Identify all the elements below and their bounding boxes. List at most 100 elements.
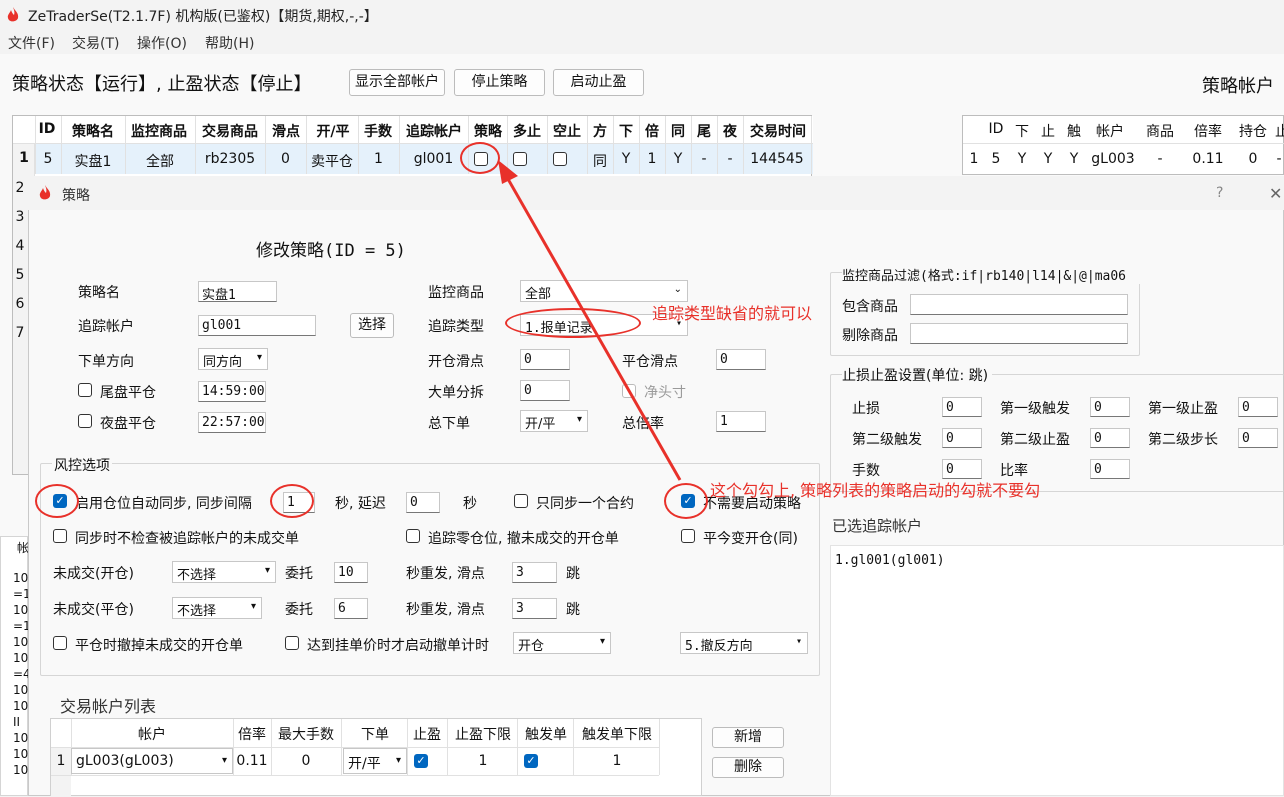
col-mult[interactable]: 倍 (642, 121, 662, 141)
timer-on-price-checkbox[interactable] (285, 636, 299, 650)
t1-input[interactable]: 0 (1090, 397, 1130, 417)
trading-accounts-title: 交易帐户列表 (60, 697, 157, 716)
account-select[interactable]: gL003(gL003) ▾ (71, 748, 233, 774)
step2-input[interactable]: 0 (1238, 428, 1278, 448)
entrust-open-input[interactable]: 10 (334, 562, 368, 583)
tcol-trigger-min[interactable]: 触发单下限 (575, 724, 659, 744)
tcol-tp[interactable]: 止盈 (407, 724, 447, 744)
acol-tp[interactable]: 止盈 (1275, 121, 1284, 141)
col-id[interactable]: ID (35, 121, 59, 137)
today-open-checkbox[interactable] (681, 529, 695, 543)
acol-stop[interactable]: 止 (1037, 121, 1059, 141)
col-lots[interactable]: 手数 (358, 121, 398, 141)
p2-input[interactable]: 0 (1090, 428, 1130, 448)
log-line: 10 (13, 683, 29, 697)
col-night[interactable]: 夜 (720, 121, 740, 141)
night-close-time[interactable]: 22:57:00 (198, 412, 266, 433)
trigger-checkbox[interactable]: ✓ (524, 754, 538, 768)
col-down[interactable]: 下 (616, 121, 636, 141)
app-flame-icon (7, 7, 19, 22)
zero-track-checkbox[interactable] (406, 529, 420, 543)
menu-file[interactable]: 文件(F) (8, 33, 55, 53)
no-check-unfilled-checkbox[interactable] (53, 529, 67, 543)
acol-account[interactable]: 帐户 (1088, 121, 1132, 141)
lots-input[interactable]: 0 (942, 459, 982, 479)
col-trade-time[interactable]: 交易时间 (746, 121, 810, 141)
tcol-trigger[interactable]: 触发单 (519, 724, 573, 744)
selected-accounts-list[interactable]: 1.gl001(gl001) (830, 545, 1284, 796)
cancel-on-close-checkbox[interactable] (53, 636, 67, 650)
add-account-button[interactable]: 新增 (712, 727, 784, 748)
acol-pos[interactable]: 持仓 (1233, 121, 1273, 141)
open-slip-label: 开仓滑点 (428, 354, 484, 370)
tcol-order[interactable]: 下单 (343, 724, 407, 744)
close-icon[interactable]: ✕ (1269, 184, 1282, 203)
timer-on-price-label: 达到挂单价时才启动撤单计时 (307, 638, 489, 654)
reverse-select[interactable]: 5.撤反方向 ▾ (680, 632, 808, 654)
col-tail[interactable]: 尾 (694, 121, 714, 141)
close-slip-input[interactable]: 0 (716, 349, 766, 370)
col-long-stop[interactable]: 多止 (509, 121, 545, 141)
col-same[interactable]: 同 (668, 121, 688, 141)
col-monitor[interactable]: 监控商品 (127, 121, 191, 141)
help-icon[interactable]: ? (1216, 185, 1223, 201)
acol-id[interactable]: ID (985, 121, 1007, 137)
col-name[interactable]: 策略名 (63, 121, 123, 141)
order-type-select[interactable]: 开/平 ▾ (343, 748, 407, 774)
unfilled-close-label: 未成交(平仓) (53, 602, 134, 618)
t2-input[interactable]: 0 (942, 428, 982, 448)
acol-product[interactable]: 商品 (1138, 121, 1182, 141)
resend-slip-open-input[interactable]: 3 (512, 562, 557, 583)
timer-type-select[interactable]: 开仓 ▾ (513, 632, 611, 654)
tail-close-time[interactable]: 14:59:00 (198, 381, 266, 402)
select-account-button[interactable]: 选择 (350, 313, 394, 338)
col-trade[interactable]: 交易商品 (198, 121, 262, 141)
risk-group-title: 风控选项 (52, 455, 112, 475)
stop-strategy-button[interactable]: 停止策略 (454, 69, 545, 96)
col-dir[interactable]: 方 (590, 121, 610, 141)
total-ratio-input[interactable]: 1 (716, 411, 766, 432)
tp-checkbox[interactable]: ✓ (414, 754, 428, 768)
col-slip[interactable]: 滑点 (268, 121, 304, 141)
tcol-tp-min[interactable]: 止盈下限 (449, 724, 517, 744)
menu-help[interactable]: 帮助(H) (205, 33, 254, 53)
resend-slip-close-input[interactable]: 3 (512, 598, 557, 619)
acol-trig[interactable]: 触 (1063, 121, 1085, 141)
tail-close-checkbox[interactable] (78, 383, 92, 397)
start-take-profit-button[interactable]: 启动止盈 (553, 69, 644, 96)
delete-account-button[interactable]: 删除 (712, 757, 784, 778)
one-contract-checkbox[interactable] (514, 494, 528, 508)
tcol-rate[interactable]: 倍率 (233, 724, 271, 744)
order-direction-select[interactable]: 同方向 ▾ (198, 348, 268, 370)
row-number: 5 (15, 267, 25, 283)
strategy-status: 策略状态【运行】, 止盈状态【停止】 (12, 74, 312, 95)
unfilled-open-select[interactable]: 不选择 ▾ (172, 561, 276, 583)
menu-trade[interactable]: 交易(T) (72, 33, 119, 53)
include-input[interactable] (910, 294, 1128, 315)
unfilled-close-select[interactable]: 不选择 ▾ (172, 597, 262, 619)
menu-operate[interactable]: 操作(O) (137, 33, 187, 53)
col-strategy[interactable]: 策略 (470, 121, 506, 141)
exclude-input[interactable] (910, 323, 1128, 344)
col-track-account[interactable]: 追踪帐户 (399, 121, 469, 141)
chevron-down-icon: ▾ (256, 352, 262, 363)
stop-loss-input[interactable]: 0 (942, 397, 982, 417)
tcol-account[interactable]: 帐户 (71, 724, 233, 744)
col-open-close[interactable]: 开/平 (308, 121, 358, 141)
col-short-stop[interactable]: 空止 (549, 121, 585, 141)
track-account-input[interactable]: gl001 (198, 315, 316, 336)
acol-rate[interactable]: 倍率 (1186, 121, 1230, 141)
list-item[interactable]: 1.gl001(gl001) (835, 553, 945, 568)
p1-input[interactable]: 0 (1238, 397, 1278, 417)
night-close-checkbox[interactable] (78, 414, 92, 428)
log-line: II (13, 715, 21, 729)
show-all-accounts-button[interactable]: 显示全部帐户 (349, 69, 445, 96)
strategy-name-input[interactable]: 实盘1 (198, 281, 277, 302)
rate-input[interactable]: 0 (1090, 459, 1130, 479)
entrust-close-input[interactable]: 6 (334, 598, 368, 619)
exclude-label: 剔除商品 (842, 328, 898, 344)
delay-input[interactable]: 0 (406, 492, 440, 513)
cell-track: gl001 (413, 151, 454, 167)
tcol-max-lots[interactable]: 最大手数 (273, 724, 339, 744)
acol-down[interactable]: 下 (1011, 121, 1033, 141)
